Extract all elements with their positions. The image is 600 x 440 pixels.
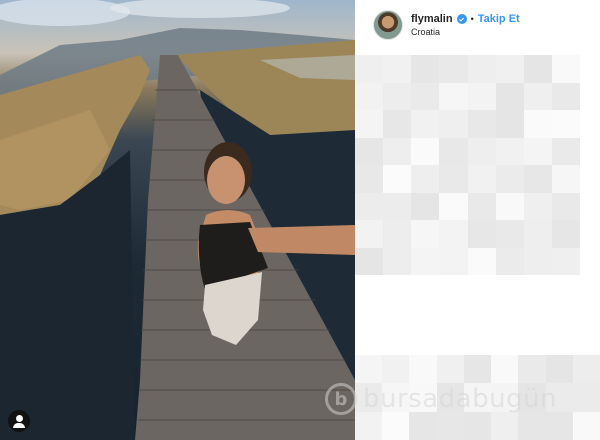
instagram-post: flymalin • Takip Et Croatia b bursadabug… xyxy=(0,0,600,440)
post-meta: flymalin • Takip Et Croatia xyxy=(411,13,520,37)
landscape-illustration xyxy=(0,0,355,440)
post-sidebar: flymalin • Takip Et Croatia xyxy=(355,0,600,440)
watermark-text: bursadabugün xyxy=(363,384,558,414)
verified-badge-icon xyxy=(456,14,467,24)
username-link[interactable]: flymalin xyxy=(411,13,453,25)
location-link[interactable]: Croatia xyxy=(411,27,520,37)
site-watermark: b bursadabugün xyxy=(325,383,557,415)
follow-button[interactable]: Takip Et xyxy=(478,13,520,25)
avatar[interactable] xyxy=(373,10,403,40)
watermark-logo: b xyxy=(325,383,357,415)
post-photo[interactable] xyxy=(0,0,355,440)
separator-dot: • xyxy=(470,14,474,24)
username-row: flymalin • Takip Et xyxy=(411,13,520,25)
post-header: flymalin • Takip Et Croatia xyxy=(355,0,600,50)
user-tag-icon[interactable] xyxy=(8,410,30,432)
blurred-comments-area xyxy=(355,55,580,275)
